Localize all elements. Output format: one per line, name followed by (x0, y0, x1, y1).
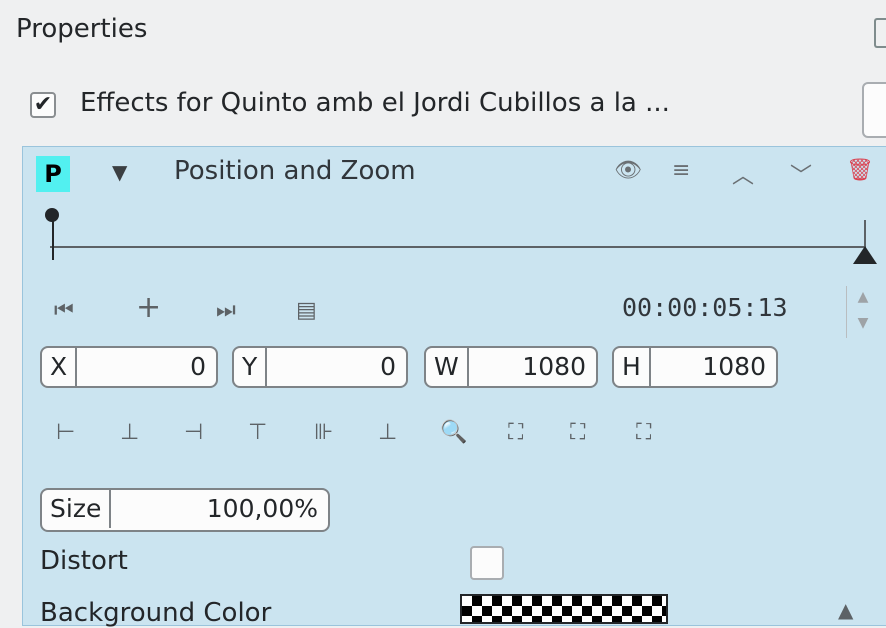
next-keyframe-icon[interactable]: ⏭ (216, 298, 236, 323)
align-bottom-icon[interactable]: ⊥ (378, 420, 397, 445)
move-up-icon[interactable]: ︿ (732, 158, 754, 190)
keyframe-marker[interactable] (52, 216, 54, 260)
keyframe-handle[interactable] (45, 208, 59, 222)
timecode-field[interactable]: 00:00:05:13 (622, 293, 788, 322)
background-color-label: Background Color (40, 598, 272, 628)
trash-icon[interactable]: 🗑 (846, 158, 874, 183)
size-value[interactable]: 100,00% (207, 490, 318, 528)
timecode-spinner[interactable]: ▲ ▼ (848, 284, 878, 340)
x-value[interactable]: 0 (190, 348, 206, 386)
align-left-icon[interactable]: ⊢ (56, 420, 75, 445)
h-label: H (614, 348, 651, 386)
playhead-icon[interactable] (853, 246, 877, 264)
w-value[interactable]: 1080 (522, 348, 586, 386)
add-keyframe-icon[interactable]: + (136, 290, 161, 325)
size-label: Size (42, 490, 112, 528)
panel-title: Properties (16, 14, 148, 44)
scroll-up-icon[interactable]: ▲ (838, 598, 853, 622)
x-field[interactable]: X 0 (40, 346, 218, 388)
w-field[interactable]: W 1080 (424, 346, 598, 388)
spin-down-icon[interactable]: ▼ (848, 310, 878, 336)
keyframe-options-icon[interactable]: ▤ (296, 298, 317, 323)
dock-float-button[interactable] (874, 18, 886, 48)
effect-type-badge: P (36, 156, 70, 192)
move-down-icon[interactable]: ﹀ (790, 158, 812, 190)
h-value[interactable]: 1080 (702, 348, 766, 386)
fit-height-icon[interactable]: ⛶ (636, 420, 651, 445)
align-top-icon[interactable]: ⊤ (248, 420, 267, 445)
distort-label: Distort (40, 546, 128, 576)
spin-up-icon[interactable]: ▲ (848, 284, 878, 310)
previous-keyframe-icon[interactable]: ⏮ (54, 298, 74, 323)
menu-icon[interactable]: ≡ (672, 158, 690, 183)
eye-icon[interactable]: 👁 (614, 158, 642, 183)
x-label: X (42, 348, 78, 386)
h-field[interactable]: H 1080 (612, 346, 778, 388)
size-field[interactable]: Size 100,00% (40, 488, 330, 532)
distort-checkbox[interactable] (470, 546, 504, 580)
effects-enable-checkbox[interactable]: ✔ (30, 92, 56, 118)
collapse-icon[interactable]: ▼ (112, 160, 127, 184)
effects-compare-button[interactable] (862, 82, 886, 138)
effect-name: Position and Zoom (174, 156, 416, 186)
zoom-original-icon[interactable]: 🔍 (440, 420, 467, 445)
keyframe-timeline[interactable] (50, 246, 865, 248)
background-color-swatch[interactable] (460, 594, 668, 624)
align-vcenter-icon[interactable]: ⊪ (314, 420, 333, 445)
spin-separator (846, 286, 847, 338)
align-hcenter-icon[interactable]: ⊥ (120, 420, 139, 445)
fit-to-frame-icon[interactable]: ⛶ (508, 420, 523, 445)
effects-stack-label: Effects for Quinto amb el Jordi Cubillos… (80, 88, 670, 118)
y-field[interactable]: Y 0 (232, 346, 408, 388)
y-value[interactable]: 0 (380, 348, 396, 386)
y-label: Y (234, 348, 268, 386)
w-label: W (426, 348, 469, 386)
fit-width-icon[interactable]: ⛶ (570, 420, 585, 445)
align-right-icon[interactable]: ⊣ (184, 420, 203, 445)
